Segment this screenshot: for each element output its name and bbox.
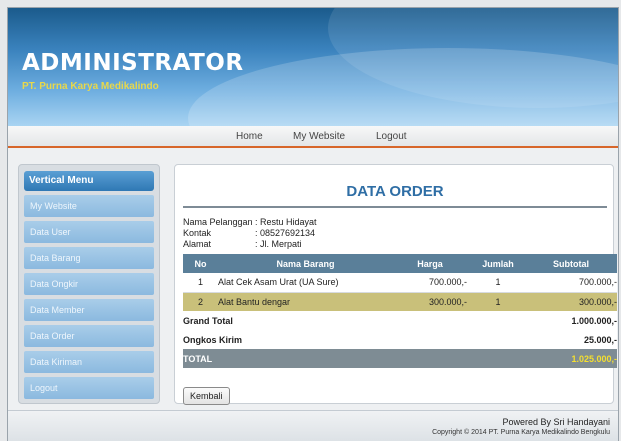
total-value: 1.025.000,- bbox=[525, 349, 617, 368]
sidebar-item-my-website[interactable]: My Website bbox=[24, 195, 154, 217]
column-header-name: Nama Barang bbox=[218, 254, 393, 273]
footer-copyright: Copyright © 2014 PT. Purna Karya Medikal… bbox=[432, 429, 610, 436]
cell-subtotal: 700.000,- bbox=[525, 273, 617, 293]
cell-name: Alat Cek Asam Urat (UA Sure) bbox=[218, 273, 393, 293]
cell-no: 1 bbox=[183, 273, 218, 293]
cell-qty: 1 bbox=[471, 292, 525, 311]
sidebar: Vertical Menu My Website Data User Data … bbox=[18, 164, 160, 404]
content-panel: DATA ORDER Nama Pelanggan: Restu Hidayat… bbox=[174, 164, 617, 405]
sidebar-item-data-order[interactable]: Data Order bbox=[24, 325, 154, 347]
customer-contact-row: Kontak : 08527692134 bbox=[183, 228, 315, 238]
grand-total-value: 1.000.000,- bbox=[525, 311, 617, 330]
shipping-row: Ongkos Kirim 25.000,- bbox=[183, 330, 617, 349]
page-frame: ADMINISTRATOR PT. Purna Karya Medikalind… bbox=[7, 7, 619, 441]
sidebar-item-logout[interactable]: Logout bbox=[24, 377, 154, 399]
column-header-no: No bbox=[183, 254, 218, 273]
customer-contact-label: Kontak bbox=[183, 228, 212, 238]
customer-name-label: Nama Pelanggan bbox=[183, 217, 253, 227]
top-nav: Home My Website Logout bbox=[8, 126, 618, 148]
page-title: DATA ORDER bbox=[346, 183, 444, 200]
sidebar-item-data-kiriman[interactable]: Data Kiriman bbox=[24, 351, 154, 373]
cell-subtotal: 300.000,- bbox=[525, 292, 617, 311]
grand-total-label: Grand Total bbox=[183, 311, 525, 330]
customer-contact-value: : 08527692134 bbox=[255, 228, 316, 238]
column-header-qty: Jumlah bbox=[471, 254, 525, 273]
table-row: 2 Alat Bantu dengar 300.000,- 1 300.000,… bbox=[183, 292, 617, 311]
title-divider bbox=[183, 206, 607, 208]
order-table: No Nama Barang Harga Jumlah Subtotal 1 A… bbox=[183, 254, 617, 368]
sidebar-item-data-barang[interactable]: Data Barang bbox=[24, 247, 154, 269]
sidebar-item-data-member[interactable]: Data Member bbox=[24, 299, 154, 321]
app-subtitle: PT. Purna Karya Medikalindo bbox=[22, 81, 159, 92]
footer-powered-by: Powered By Sri Handayani bbox=[502, 417, 610, 427]
sidebar-title: Vertical Menu bbox=[24, 171, 154, 191]
table-row: 1 Alat Cek Asam Urat (UA Sure) 700.000,-… bbox=[183, 273, 617, 293]
header-banner: ADMINISTRATOR PT. Purna Karya Medikalind… bbox=[8, 8, 618, 126]
cell-price: 300.000,- bbox=[393, 292, 471, 311]
nav-website-link[interactable]: My Website bbox=[293, 131, 345, 142]
nav-home-link[interactable]: Home bbox=[236, 131, 263, 142]
shipping-label: Ongkos Kirim bbox=[183, 330, 525, 349]
nav-logout-link[interactable]: Logout bbox=[376, 131, 407, 142]
customer-name-row: Nama Pelanggan: Restu Hidayat bbox=[183, 217, 317, 227]
customer-address-value: : Jl. Merpati bbox=[255, 239, 302, 249]
customer-address-label: Alamat bbox=[183, 239, 212, 249]
column-header-subtotal: Subtotal bbox=[525, 254, 617, 273]
cell-qty: 1 bbox=[471, 273, 525, 293]
cell-no: 2 bbox=[183, 292, 218, 311]
cell-name: Alat Bantu dengar bbox=[218, 292, 393, 311]
table-header-row: No Nama Barang Harga Jumlah Subtotal bbox=[183, 254, 617, 273]
sidebar-item-data-user[interactable]: Data User bbox=[24, 221, 154, 243]
total-label: TOTAL bbox=[183, 349, 525, 368]
sidebar-item-data-ongkir[interactable]: Data Ongkir bbox=[24, 273, 154, 295]
column-header-price: Harga bbox=[393, 254, 471, 273]
customer-name-value: : Restu Hidayat bbox=[255, 217, 317, 227]
customer-address-row: Alamat : Jl. Merpati bbox=[183, 239, 302, 249]
grand-total-row: Grand Total 1.000.000,- bbox=[183, 311, 617, 330]
cell-price: 700.000,- bbox=[393, 273, 471, 293]
app-title: ADMINISTRATOR bbox=[22, 50, 244, 76]
back-button[interactable]: Kembali bbox=[183, 387, 230, 405]
total-row: TOTAL 1.025.000,- bbox=[183, 349, 617, 368]
footer: Powered By Sri Handayani Copyright © 201… bbox=[8, 410, 618, 441]
shipping-value: 25.000,- bbox=[525, 330, 617, 349]
